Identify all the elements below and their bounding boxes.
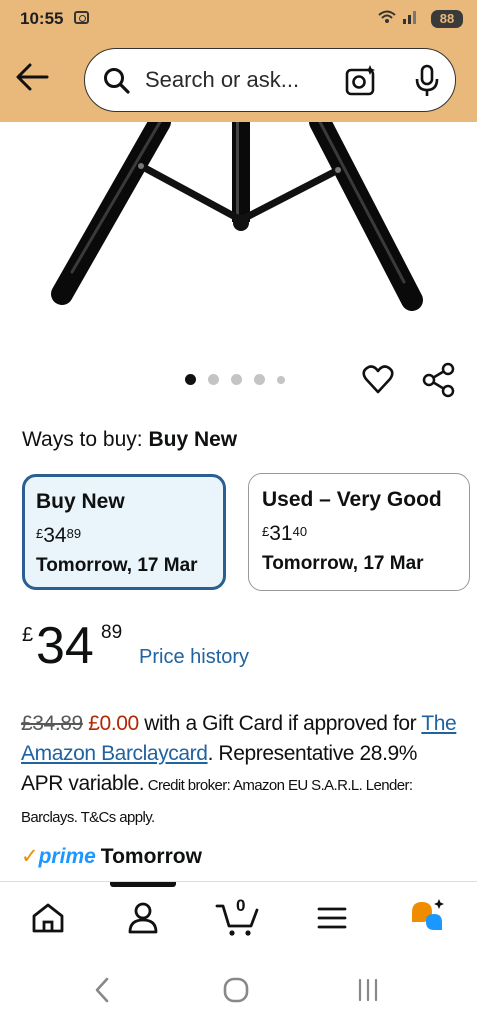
prime-delivery: ✓prime Tomorrow: [21, 844, 202, 869]
option-delivery: Tomorrow, 17 Mar: [262, 553, 424, 574]
carousel-dot[interactable]: [277, 375, 285, 384]
share-icon[interactable]: [422, 362, 456, 398]
gift-card-promo: £34.89 £0.00 with a Gift Card if approve…: [21, 709, 461, 833]
microphone-icon[interactable]: [413, 64, 441, 98]
ways-to-buy-selected: Buy New: [148, 428, 238, 451]
cart-count: 0: [236, 896, 246, 915]
system-back-icon[interactable]: [92, 975, 112, 1005]
ways-to-buy-heading: Ways to buy: Buy New: [22, 428, 237, 452]
price-history-link[interactable]: Price history: [139, 646, 249, 669]
promo-text: with a Gift Card if approved for: [138, 712, 422, 735]
wifi-signal-icon: [377, 9, 419, 28]
heart-icon[interactable]: [362, 364, 394, 396]
system-home-icon[interactable]: [222, 975, 252, 1005]
camera-lens-icon[interactable]: [344, 64, 378, 98]
price-currency: £: [22, 624, 34, 646]
status-time: 10:55: [20, 9, 64, 28]
option-title: Used – Very Good: [262, 488, 442, 511]
old-price: £34.89: [21, 712, 83, 735]
arrow-left-icon: [16, 63, 49, 91]
delivery-date: Tomorrow: [100, 844, 202, 868]
carousel-dot[interactable]: [254, 374, 265, 385]
menu-icon: [317, 907, 347, 929]
rufus-assistant-icon: [412, 899, 444, 930]
search-input[interactable]: [145, 63, 325, 97]
option-title: Buy New: [36, 490, 125, 513]
option-price: £3140: [262, 522, 308, 545]
option-price: £3489: [36, 524, 82, 547]
active-tab-indicator: [110, 882, 176, 887]
home-icon: [32, 903, 64, 933]
nav-menu[interactable]: [310, 898, 358, 938]
nav-cart[interactable]: 0: [215, 896, 263, 938]
promo-price: £0.00: [88, 712, 139, 735]
system-recents-icon[interactable]: [355, 975, 381, 1005]
screen-record-icon: [74, 11, 89, 24]
price-fraction: 89: [101, 622, 123, 643]
person-icon: [128, 902, 158, 934]
carousel-dot[interactable]: [185, 374, 196, 385]
nav-account[interactable]: [121, 898, 169, 938]
carousel-dot[interactable]: [231, 374, 242, 385]
search-icon: [104, 68, 130, 94]
buy-option-new[interactable]: Buy New £3489 Tomorrow, 17 Mar: [22, 474, 226, 590]
top-header: 10:55 88: [0, 0, 477, 122]
price-whole: 34: [36, 617, 94, 675]
product-image[interactable]: [0, 122, 477, 342]
search-bar[interactable]: [84, 48, 456, 112]
prime-logo: ✓prime: [21, 845, 96, 868]
ways-to-buy-label: Ways to buy:: [22, 428, 143, 451]
carousel-dot[interactable]: [208, 374, 219, 385]
bottom-navigation: 0: [0, 881, 477, 954]
back-button[interactable]: [14, 62, 52, 96]
option-delivery: Tomorrow, 17 Mar: [36, 555, 198, 576]
buy-option-used[interactable]: Used – Very Good £3140 Tomorrow, 17 Mar: [248, 473, 470, 591]
battery-indicator: 88: [431, 10, 463, 28]
system-navigation-bar: [0, 953, 477, 1024]
image-carousel-dots[interactable]: [185, 374, 285, 385]
nav-rufus[interactable]: [406, 898, 454, 938]
nav-home[interactable]: [26, 898, 74, 938]
